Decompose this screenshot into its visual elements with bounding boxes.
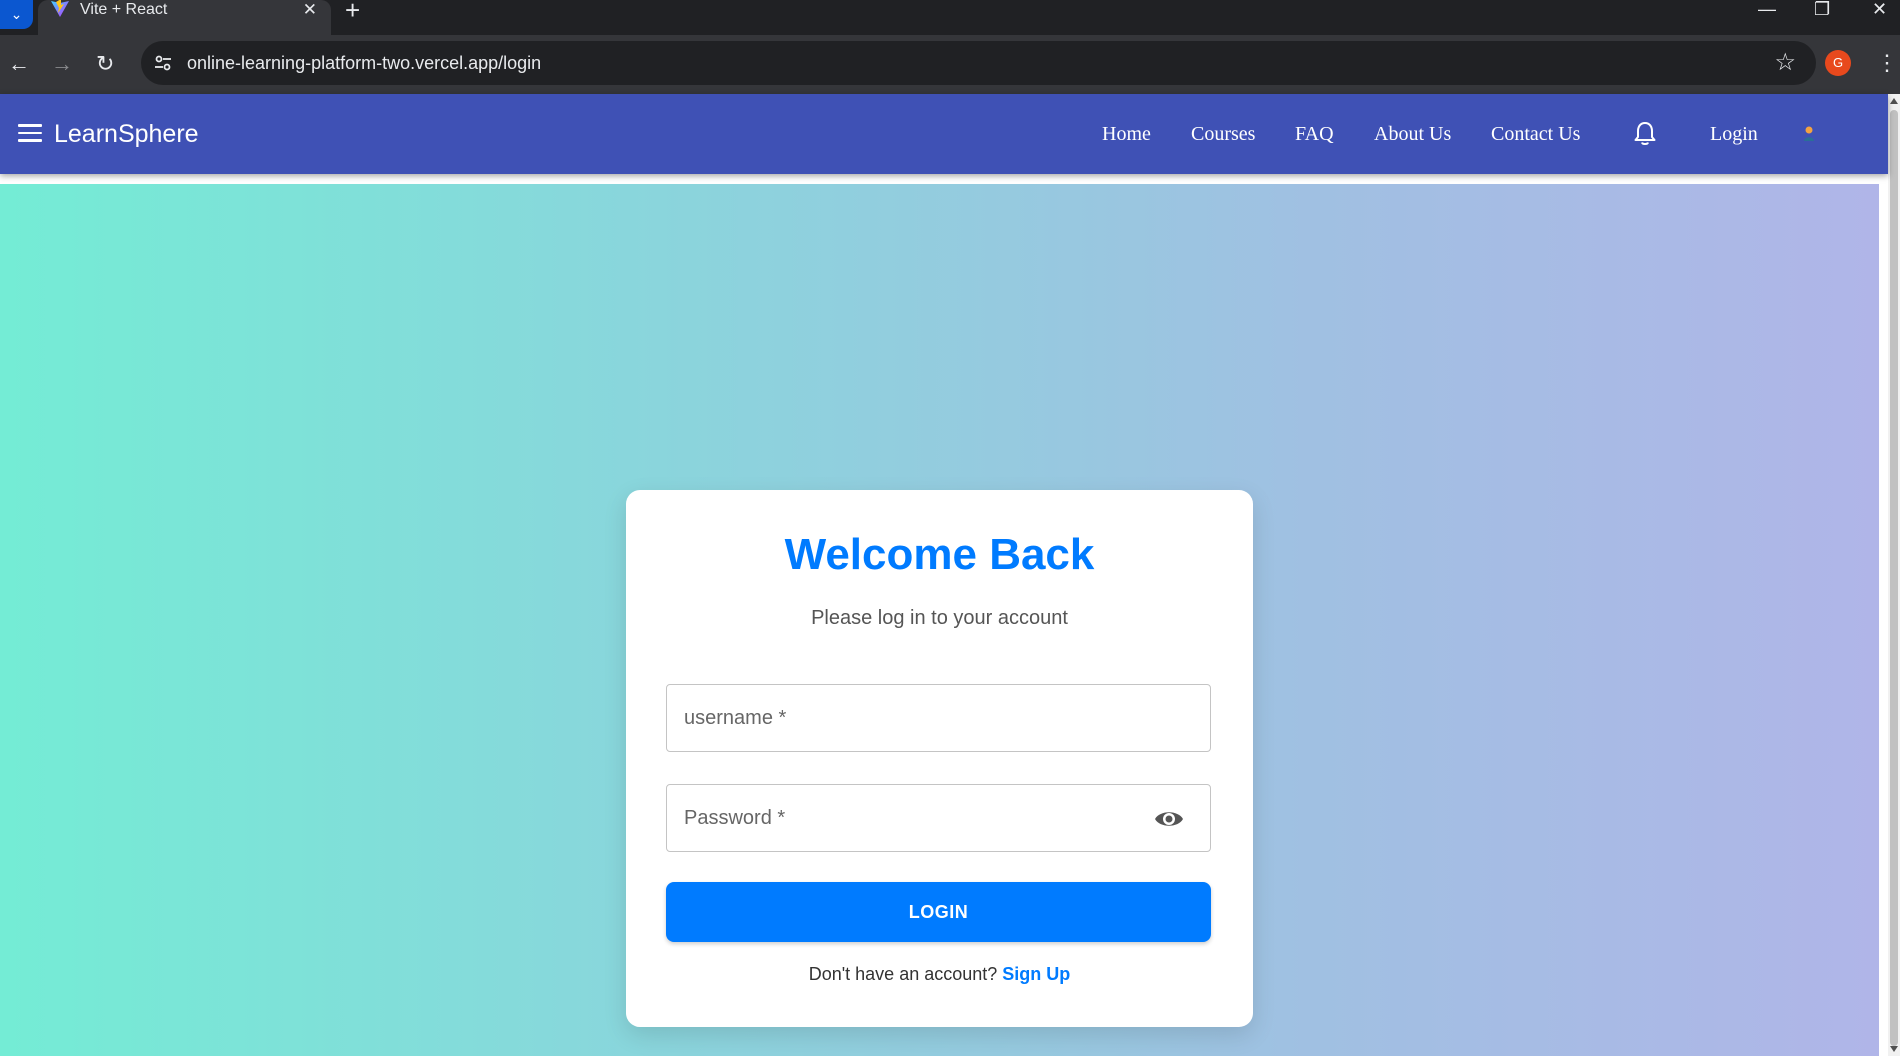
forward-arrow-icon[interactable]: → — [51, 51, 73, 77]
restore-button[interactable]: ❐ — [1814, 0, 1830, 20]
signup-link[interactable]: Sign Up — [1002, 964, 1070, 984]
chevron-down-icon: ⌄ — [10, 6, 23, 22]
browser-tab[interactable]: Vite + React ✕ — [38, 0, 331, 35]
nav-link-login[interactable]: Login — [1710, 94, 1758, 174]
vite-logo-icon — [51, 0, 69, 17]
login-subtitle: Please log in to your account — [811, 607, 1068, 629]
login-card: Welcome Back Please log in to your accou… — [626, 490, 1253, 1027]
tab-close-icon[interactable]: ✕ — [303, 0, 317, 20]
hamburger-menu-icon[interactable] — [18, 124, 42, 142]
login-page-background: Welcome Back Please log in to your accou… — [0, 184, 1879, 1056]
tab-title: Vite + React — [80, 1, 168, 18]
back-arrow-icon[interactable]: ← — [8, 51, 30, 77]
app-header: LearnSphere Home Courses FAQ About Us Co… — [0, 94, 1888, 174]
signup-prompt-line: Don't have an account? Sign Up — [626, 964, 1253, 985]
brand-logo[interactable]: LearnSphere — [54, 94, 199, 174]
scroll-down-arrow-icon[interactable] — [1890, 1046, 1898, 1052]
nav-link-faq[interactable]: FAQ — [1295, 94, 1334, 174]
user-avatar-icon[interactable] — [1802, 125, 1816, 141]
login-title: Welcome Back — [784, 530, 1095, 579]
minimize-button[interactable]: — — [1758, 0, 1776, 20]
scroll-up-arrow-icon[interactable] — [1890, 98, 1898, 104]
profile-avatar[interactable]: G — [1825, 50, 1851, 76]
window-close-button[interactable]: ✕ — [1872, 0, 1887, 20]
password-input[interactable] — [667, 785, 1210, 851]
signup-prompt-text: Don't have an account? — [808, 964, 998, 984]
browser-tabstrip: ⌄ Vite + React ✕ + — ❐ ✕ — [0, 0, 1900, 35]
nav-link-contact-us[interactable]: Contact Us — [1491, 94, 1580, 174]
login-button[interactable]: LOGIN — [666, 882, 1211, 942]
site-info-icon[interactable] — [151, 51, 175, 75]
url-text: online-learning-platform-two.vercel.app/… — [187, 53, 542, 73]
address-bar[interactable]: online-learning-platform-two.vercel.app/… — [141, 41, 1816, 85]
nav-link-home[interactable]: Home — [1102, 94, 1151, 174]
username-input[interactable] — [667, 685, 1210, 751]
nav-link-about-us[interactable]: About Us — [1374, 94, 1451, 174]
nav-link-courses[interactable]: Courses — [1191, 94, 1255, 174]
page-scrollbar[interactable] — [1888, 94, 1900, 1056]
page-viewport: LearnSphere Home Courses FAQ About Us Co… — [0, 94, 1900, 1056]
bookmark-star-icon[interactable]: ☆ — [1774, 49, 1796, 77]
show-password-eye-icon[interactable] — [1154, 808, 1184, 830]
username-field — [666, 684, 1211, 752]
reload-icon[interactable]: ↻ — [96, 51, 114, 77]
notification-bell-icon[interactable] — [1633, 121, 1657, 147]
browser-menu-icon[interactable]: ⋮ — [1876, 52, 1898, 74]
password-field — [666, 784, 1211, 852]
scrollbar-thumb[interactable] — [1890, 110, 1898, 1046]
tab-search-button[interactable]: ⌄ — [0, 0, 33, 29]
new-tab-button[interactable]: + — [345, 0, 360, 23]
browser-toolbar: ← → ↻ online-learning-platform-two.verce… — [0, 35, 1900, 94]
